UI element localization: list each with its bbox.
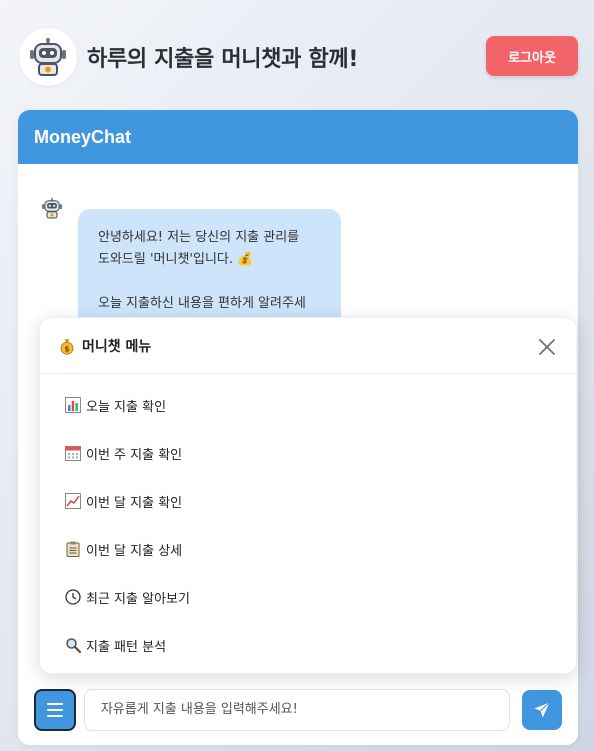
- menu-item-label: 이번 달 지출 확인: [86, 495, 183, 511]
- robot-logo-icon: [19, 28, 77, 86]
- menu-popup: $ 머니챗 메뉴 오늘 지출 확인 이번 주 지출 확인 이번 달 지출 확인 …: [39, 317, 577, 674]
- page-header: 하루의 지출을 머니챗과 함께! 로그아웃: [19, 28, 578, 86]
- bot-message-text: 안녕하세요! 저는 당신의 지출 관리를 도와드릴 '머니챗'입니다. 💰 오늘…: [98, 230, 306, 311]
- menu-item-month-detail[interactable]: 이번 달 지출 상세: [40, 525, 576, 573]
- menu-item-recent[interactable]: 최근 지출 알아보기: [40, 573, 576, 621]
- close-menu-button[interactable]: [536, 336, 558, 358]
- close-icon: [539, 339, 555, 355]
- chat-header: MoneyChat: [18, 110, 578, 164]
- menu-item-month[interactable]: 이번 달 지출 확인: [40, 477, 576, 525]
- menu-popup-header: $ 머니챗 메뉴: [40, 318, 576, 374]
- page-title: 하루의 지출을 머니챗과 함께!: [87, 47, 359, 72]
- menu-item-pattern[interactable]: 지출 패턴 분석: [40, 621, 576, 669]
- app-name: MoneyChat: [34, 126, 132, 147]
- menu-item-today[interactable]: 오늘 지출 확인: [40, 381, 576, 429]
- menu-item-label: 지출 패턴 분석: [86, 639, 167, 655]
- bar-chart-icon: [64, 396, 82, 414]
- magnifier-icon: [64, 636, 82, 654]
- svg-text:$: $: [64, 344, 69, 353]
- menu-item-label: 최근 지출 알아보기: [86, 591, 190, 607]
- menu-item-label: 이번 달 지출 상세: [86, 543, 183, 559]
- send-button[interactable]: [522, 689, 562, 730]
- menu-toggle-button[interactable]: [34, 688, 76, 731]
- chat-input[interactable]: [83, 688, 511, 731]
- menu-item-week[interactable]: 이번 주 지출 확인: [40, 429, 576, 477]
- logout-button[interactable]: 로그아웃: [486, 36, 578, 76]
- send-icon: [534, 701, 550, 717]
- menu-list: 오늘 지출 확인 이번 주 지출 확인 이번 달 지출 확인 이번 달 지출 상…: [40, 374, 576, 669]
- bot-avatar-icon: [38, 194, 66, 222]
- hamburger-icon: [46, 702, 63, 717]
- menu-item-label: 오늘 지출 확인: [86, 399, 167, 415]
- calendar-icon: [64, 444, 82, 462]
- clock-icon: [64, 588, 82, 606]
- input-row: [18, 674, 578, 745]
- menu-item-label: 이번 주 지출 확인: [86, 447, 183, 463]
- clipboard-icon: [64, 540, 82, 558]
- trend-chart-icon: [64, 492, 82, 510]
- money-bag-icon: $: [58, 337, 76, 355]
- menu-popup-title: 머니챗 메뉴: [82, 338, 152, 355]
